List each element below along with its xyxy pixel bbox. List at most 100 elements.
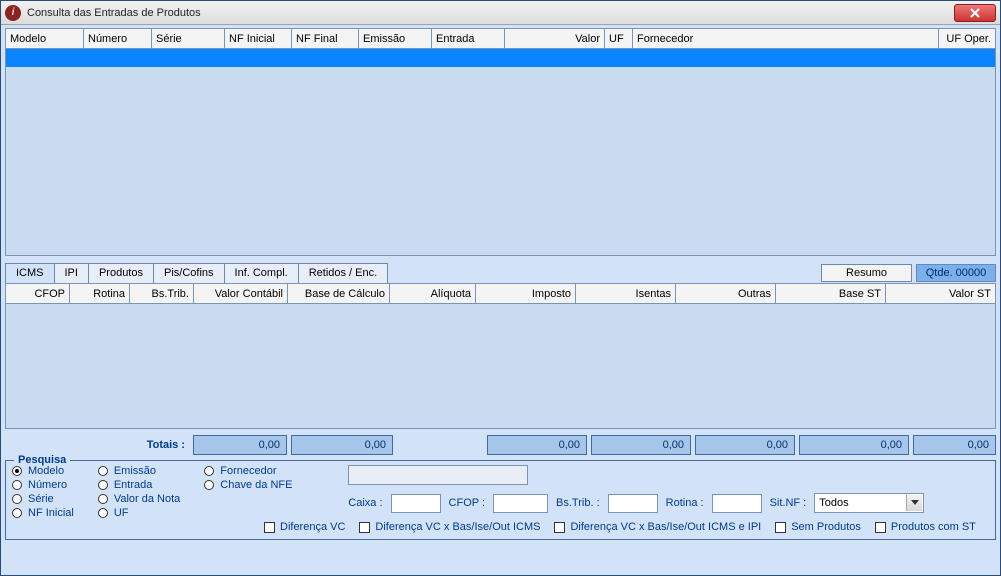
radio-modelo[interactable]: Modelo (12, 465, 74, 477)
label-rotina: Rotina : (666, 497, 704, 509)
col-valor-st[interactable]: Valor ST (886, 284, 995, 303)
col-imposto[interactable]: Imposto (476, 284, 576, 303)
check-diferenca-vc[interactable]: Diferença VC (264, 521, 345, 533)
col-serie[interactable]: Série (152, 29, 225, 48)
radio-serie[interactable]: Série (12, 493, 74, 505)
col-valor[interactable]: Valor (505, 29, 605, 48)
check-produtos-com-st[interactable]: Produtos com ST (875, 521, 976, 533)
radio-chave-nfe[interactable]: Chave da NFE (204, 479, 324, 491)
check-dif-vc-icms[interactable]: Diferença VC x Bas/Ise/Out ICMS (359, 521, 540, 533)
col-fornecedor[interactable]: Fornecedor (633, 29, 939, 48)
col-outras[interactable]: Outras (676, 284, 776, 303)
radio-col-3: Fornecedor Chave da NFE (204, 465, 324, 519)
resumo-button[interactable]: Resumo (821, 264, 912, 282)
tab-pis-cofins[interactable]: Pis/Cofins (153, 263, 225, 283)
check-label: Produtos com ST (891, 521, 976, 533)
radio-col-1: Modelo Número Série NF Inicial (12, 465, 74, 519)
col-emissao[interactable]: Emissão (359, 29, 432, 48)
sitnf-select[interactable]: Todos (814, 493, 924, 513)
pesquisa-legend: Pesquisa (14, 454, 70, 466)
total-valor-contabil: 0,00 (193, 435, 287, 455)
check-label: Diferença VC (280, 521, 345, 533)
radio-label: Valor da Nota (114, 493, 180, 505)
tab-ipi[interactable]: IPI (54, 263, 89, 283)
tab-inf-compl[interactable]: Inf. Compl. (224, 263, 299, 283)
bstrib-input[interactable] (608, 494, 658, 513)
total-valor-st: 0,00 (913, 435, 996, 455)
radio-valor-nota[interactable]: Valor da Nota (98, 493, 180, 505)
caixa-input[interactable] (391, 494, 441, 513)
cfop-input[interactable] (493, 494, 548, 513)
radio-numero[interactable]: Número (12, 479, 74, 491)
radio-label: Série (28, 493, 54, 505)
label-cfop: CFOP : (449, 497, 485, 509)
icms-grid-header: CFOP Rotina Bs.Trib. Valor Contábil Base… (6, 284, 995, 304)
tab-retidos-enc[interactable]: Retidos / Enc. (298, 263, 388, 283)
radio-label: Fornecedor (220, 465, 276, 477)
pesquisa-checks: Diferença VC Diferença VC x Bas/Ise/Out … (264, 521, 989, 533)
tab-icms[interactable]: ICMS (5, 263, 55, 283)
detail-tabs: ICMS IPI Produtos Pis/Cofins Inf. Compl.… (5, 263, 387, 283)
col-base-st[interactable]: Base ST (776, 284, 886, 303)
selected-row[interactable] (6, 49, 995, 67)
col-isentas[interactable]: Isentas (576, 284, 676, 303)
entradas-grid-body[interactable] (6, 49, 995, 255)
col-uf-oper[interactable]: UF Oper. (939, 29, 995, 48)
rotina-input[interactable] (712, 494, 762, 513)
radio-label: Chave da NFE (220, 479, 292, 491)
radio-label: Número (28, 479, 67, 491)
radio-label: Entrada (114, 479, 153, 491)
radio-label: NF Inicial (28, 507, 74, 519)
icms-grid[interactable]: CFOP Rotina Bs.Trib. Valor Contábil Base… (5, 283, 996, 429)
col-base-calculo[interactable]: Base de Cálculo (288, 284, 390, 303)
label-bstrib: Bs.Trib. : (556, 497, 600, 509)
check-label: Diferença VC x Bas/Ise/Out ICMS e IPI (570, 521, 761, 533)
radio-nf-inicial[interactable]: NF Inicial (12, 507, 74, 519)
total-outras: 0,00 (695, 435, 795, 455)
col-modelo[interactable]: Modelo (6, 29, 84, 48)
col-rotina[interactable]: Rotina (70, 284, 130, 303)
sitnf-value: Todos (819, 497, 848, 509)
radio-emissao[interactable]: Emissão (98, 465, 180, 477)
entradas-grid[interactable]: Modelo Número Série NF Inicial NF Final … (5, 28, 996, 256)
totals-label: Totais : (5, 439, 193, 451)
radio-label: Modelo (28, 465, 64, 477)
close-icon (970, 8, 980, 18)
pesquisa-preview (348, 465, 528, 485)
total-imposto: 0,00 (487, 435, 587, 455)
pesquisa-fieldset: Pesquisa Modelo Número Série NF Inicial … (5, 460, 996, 540)
col-nf-inicial[interactable]: NF Inicial (225, 29, 292, 48)
chevron-down-icon (906, 495, 922, 511)
col-aliquota[interactable]: Alíquota (390, 284, 476, 303)
check-dif-vc-icms-ipi[interactable]: Diferença VC x Bas/Ise/Out ICMS e IPI (554, 521, 761, 533)
tab-produtos[interactable]: Produtos (88, 263, 154, 283)
check-label: Sem Produtos (791, 521, 861, 533)
radio-uf[interactable]: UF (98, 507, 180, 519)
radio-label: Emissão (114, 465, 156, 477)
col-nf-final[interactable]: NF Final (292, 29, 359, 48)
col-cfop[interactable]: CFOP (6, 284, 70, 303)
col-numero[interactable]: Número (84, 29, 152, 48)
radio-col-2: Emissão Entrada Valor da Nota UF (98, 465, 180, 519)
window-title: Consulta das Entradas de Produtos (27, 7, 201, 19)
label-sitnf: Sit.NF : (770, 497, 807, 509)
title-bar: i Consulta das Entradas de Produtos (1, 1, 1000, 25)
col-uf[interactable]: UF (605, 29, 633, 48)
totals-row: Totais : 0,00 0,00 0,00 0,00 0,00 0,00 0… (1, 432, 1000, 458)
radio-fornecedor[interactable]: Fornecedor (204, 465, 324, 477)
check-label: Diferença VC x Bas/Ise/Out ICMS (375, 521, 540, 533)
check-sem-produtos[interactable]: Sem Produtos (775, 521, 861, 533)
radio-entrada[interactable]: Entrada (98, 479, 180, 491)
tabs-row: ICMS IPI Produtos Pis/Cofins Inf. Compl.… (1, 259, 1000, 283)
total-isentas: 0,00 (591, 435, 691, 455)
qtde-box: Qtde. 00000 (916, 264, 996, 282)
col-valor-contabil[interactable]: Valor Contábil (194, 284, 288, 303)
app-icon: i (5, 5, 21, 21)
icms-grid-body[interactable] (6, 304, 995, 428)
col-entrada[interactable]: Entrada (432, 29, 505, 48)
window: i Consulta das Entradas de Produtos Mode… (0, 0, 1001, 576)
entradas-grid-header: Modelo Número Série NF Inicial NF Final … (6, 29, 995, 49)
total-base-st: 0,00 (799, 435, 909, 455)
col-bstrib[interactable]: Bs.Trib. (130, 284, 194, 303)
close-button[interactable] (954, 4, 996, 22)
